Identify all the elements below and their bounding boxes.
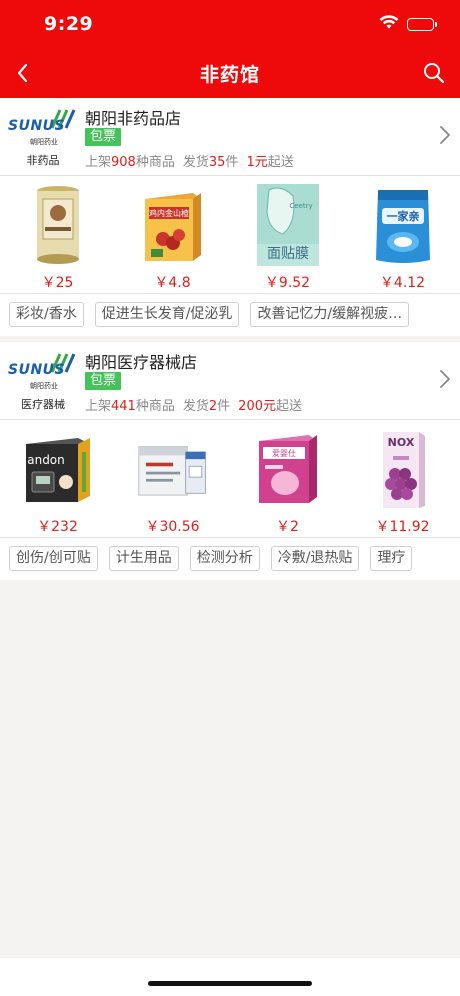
ship-prefix: 发货	[182, 155, 209, 170]
ship-prefix: 发货	[182, 399, 209, 414]
test-strips-icon	[137, 426, 209, 512]
svg-text:一家亲: 一家亲	[386, 209, 419, 223]
store-logo: SUNUS 朝阳药业 非药品	[8, 106, 78, 168]
svg-text:Ceetry: Ceetry	[289, 202, 312, 210]
listed-count: 441	[111, 399, 136, 414]
search-icon	[424, 63, 445, 84]
product-price: ￥9.52	[264, 275, 311, 291]
category-tags: 彩妆/香水 促进生长发育/促泌乳 改善记忆力/缓解视疲…	[0, 294, 460, 335]
ship-count: 35	[208, 155, 226, 170]
store-card: SUNUS 朝阳药业 非药品 朝阳非药品店 包票 上架908种商品 发货35件 1元…	[0, 98, 460, 336]
invoice-badge: 包票	[85, 372, 122, 390]
svg-text:鸡内金山楂: 鸡内金山楂	[149, 208, 189, 218]
logo-wordmark: SUNUS	[8, 118, 66, 134]
can-icon	[22, 182, 94, 268]
store-category: 医疗器械	[21, 398, 65, 411]
invoice-badge: 包票	[85, 128, 122, 146]
logo-subtitle: 朝阳药业	[30, 382, 58, 390]
ship-count: 2	[208, 399, 218, 414]
product-item[interactable]: 爱婴仕 ￥2	[230, 420, 345, 538]
home-indicator	[148, 981, 312, 986]
category-tag[interactable]: 理疗	[370, 546, 413, 571]
category-tag[interactable]: 改善记忆力/缓解视疲…	[250, 302, 410, 327]
category-tag[interactable]: 彩妆/香水	[9, 302, 84, 327]
ship-suffix: 件	[225, 155, 239, 170]
category-tag[interactable]: 计生用品	[108, 546, 179, 571]
category-tag[interactable]: 促进生长发育/促泌乳	[94, 302, 240, 327]
product-item[interactable]: 一家亲 ￥4.12	[345, 176, 460, 294]
listed-prefix: 上架	[85, 155, 112, 170]
listed-suffix: 种商品	[135, 155, 175, 170]
product-price: ￥4.12	[379, 275, 426, 291]
min-suffix: 起送	[267, 155, 294, 170]
listed-count: 908	[111, 155, 136, 170]
min-amount: 200元	[238, 399, 276, 414]
category-tag[interactable]: 冷敷/退热贴	[270, 546, 360, 571]
svg-text:andon: andon	[27, 453, 65, 467]
min-suffix: 起送	[276, 399, 303, 414]
wifi-icon	[379, 15, 399, 34]
store-stats: 上架908种商品 发货35件 1元起送	[85, 151, 294, 170]
pink-box-icon: 爱婴仕	[252, 426, 324, 512]
product-item[interactable]: ￥25	[0, 176, 115, 294]
battery-icon	[407, 18, 437, 31]
store-card: SUNUS 朝阳药业 医疗器械 朝阳医疗器械店 包票 上架441种商品 发货2件 2…	[0, 342, 460, 580]
hawthorn-box-icon: 鸡内金山楂	[137, 182, 209, 268]
product-item[interactable]: ￥30.56	[115, 420, 230, 538]
chevron-right-icon	[440, 126, 450, 144]
svg-text:面贴膜: 面贴膜	[267, 246, 309, 262]
product-price: ￥232	[37, 519, 78, 535]
min-amount: 1元	[246, 155, 268, 170]
listed-prefix: 上架	[85, 399, 112, 414]
product-item[interactable]: Ceetry 面贴膜 ￥9.52	[230, 176, 345, 294]
product-item[interactable]: 鸡内金山楂 ￥4.8	[115, 176, 230, 294]
logo-subtitle: 朝阳药业	[30, 138, 58, 146]
product-price: ￥25	[41, 275, 74, 291]
category-tag[interactable]: 检测分析	[189, 546, 260, 571]
svg-text:爱婴仕: 爱婴仕	[272, 448, 296, 458]
page-title: 非药馆	[199, 64, 260, 86]
bottom-safe-area	[0, 958, 460, 996]
category-tag[interactable]: 创伤/创可贴	[9, 546, 98, 571]
product-price: ￥11.92	[375, 519, 430, 535]
search-button[interactable]	[420, 59, 448, 87]
svg-text:NOX: NOX	[387, 436, 414, 449]
grape-box-icon: NOX	[367, 426, 439, 512]
product-price: ￥4.8	[154, 275, 191, 291]
blood-pressure-monitor-icon: andon	[22, 426, 94, 512]
ship-suffix: 件	[217, 399, 231, 414]
store-header[interactable]: SUNUS 朝阳药业 非药品 朝阳非药品店 包票 上架908种商品 发货35件 1元…	[0, 98, 460, 176]
store-name: 朝阳医疗器械店	[85, 353, 198, 372]
store-logo: SUNUS 朝阳药业 医疗器械	[8, 350, 78, 412]
product-row: andon ￥232 ￥30.56 爱婴仕 ￥2 NOX ￥11.92	[0, 420, 460, 538]
chevron-right-icon	[440, 370, 450, 388]
logo-wordmark: SUNUS	[8, 362, 66, 378]
product-price: ￥30.56	[145, 519, 200, 535]
status-icons	[379, 15, 437, 34]
listed-suffix: 种商品	[135, 399, 175, 414]
store-header[interactable]: SUNUS 朝阳药业 医疗器械 朝阳医疗器械店 包票 上架441种商品 发货2件 2…	[0, 342, 460, 420]
store-category: 非药品	[26, 154, 60, 167]
product-item[interactable]: andon ￥232	[0, 420, 115, 538]
product-price: ￥2	[276, 519, 299, 535]
status-time: 9:29	[44, 13, 94, 35]
store-name: 朝阳非药品店	[85, 109, 182, 128]
detergent-pouch-icon: 一家亲	[367, 182, 439, 268]
store-stats: 上架441种商品 发货2件 200元起送	[85, 395, 302, 414]
category-tags: 创伤/创可贴 计生用品 检测分析 冷敷/退热贴 理疗	[0, 538, 460, 579]
product-row: ￥25 鸡内金山楂 ￥4.8 Ceetry 面贴膜 ￥9.52 一家亲 ￥4.1…	[0, 176, 460, 294]
face-mask-pack-icon: Ceetry 面贴膜	[252, 182, 324, 268]
product-item[interactable]: NOX ￥11.92	[345, 420, 460, 538]
top-bar: 9:29 非药馆	[0, 0, 460, 98]
